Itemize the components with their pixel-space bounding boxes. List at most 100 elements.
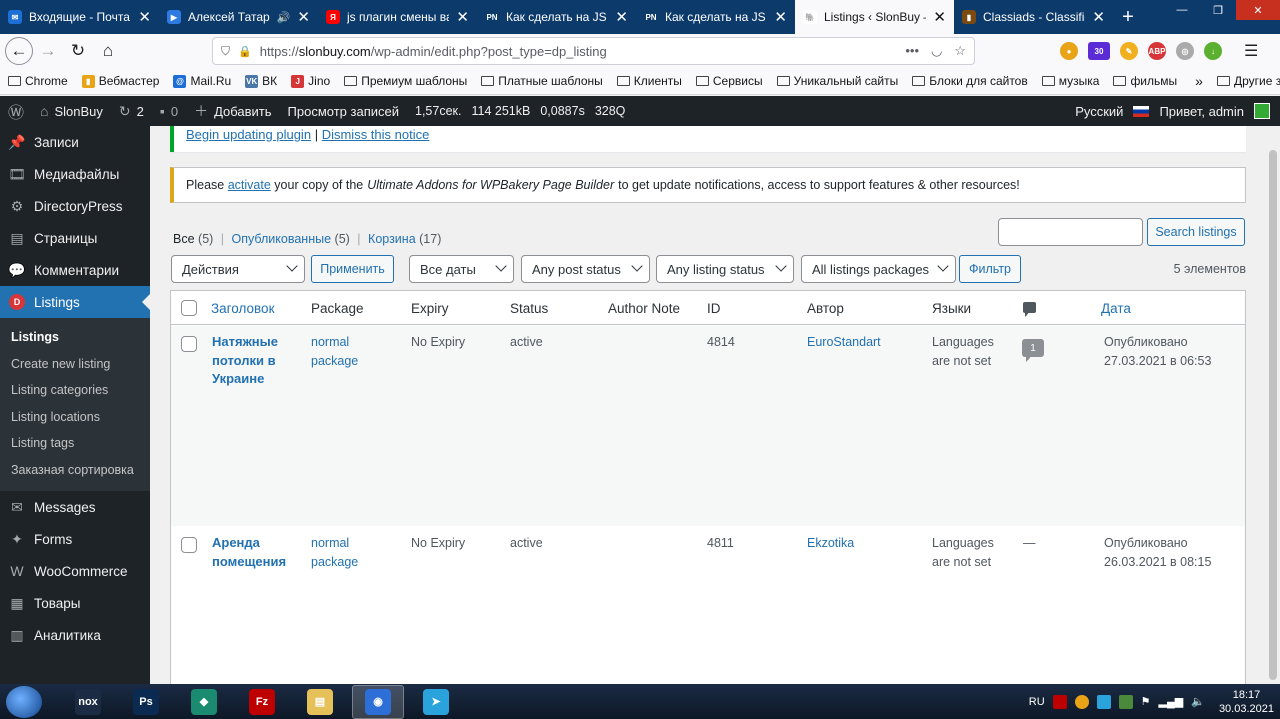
search-input[interactable] — [998, 218, 1143, 246]
browser-tab[interactable]: ▶ Алексей Татаринов 🔊 ✕ — [159, 0, 318, 34]
tab-close-icon[interactable]: ✕ — [1092, 8, 1105, 26]
bookmark-item[interactable]: Chrome — [8, 74, 68, 88]
view-published[interactable]: Опубликованные — [232, 232, 332, 246]
action-center-icon[interactable]: ⚑ — [1141, 695, 1151, 708]
bookmark-item[interactable]: Сервисы — [695, 74, 763, 88]
other-bookmarks[interactable]: Другие закладки — [1216, 74, 1280, 88]
column-title[interactable]: Заголовок — [211, 301, 274, 316]
browser-tab[interactable]: ✉ Входящие - Почта Mail.ru ✕ — [0, 0, 159, 34]
sidebar-item[interactable]: ✉ Messages — [0, 491, 150, 523]
back-button[interactable]: ← — [5, 37, 33, 65]
dates-select[interactable]: Все даты — [409, 255, 514, 283]
sidebar-item[interactable]: ⚙ DirectoryPress — [0, 190, 150, 222]
scrollbar-thumb[interactable] — [1269, 150, 1277, 680]
menu-icon[interactable]: ☰ — [1244, 41, 1258, 61]
url-bar[interactable]: ⛉ 🔒 https://slonbuy.com/wp-admin/edit.ph… — [212, 37, 975, 65]
sidebar-item[interactable]: 📌 Записи — [0, 126, 150, 158]
start-button[interactable] — [6, 685, 42, 718]
extension-icon[interactable]: ✎ — [1120, 42, 1138, 60]
language-switcher[interactable]: Русский — [1075, 104, 1123, 119]
reload-button[interactable]: ↻ — [63, 36, 93, 66]
taskbar-app-filezilla[interactable]: Fz — [236, 685, 288, 719]
browser-tab[interactable]: PN Как сделать на JS конвертер ✕ — [636, 0, 795, 34]
filezilla-tray-icon[interactable] — [1052, 694, 1067, 709]
search-listings-button[interactable]: Search listings — [1147, 218, 1245, 246]
download-icon[interactable]: ↓ — [1204, 42, 1222, 60]
tray-icon[interactable] — [1118, 694, 1133, 709]
bookmark-item[interactable]: музыка — [1041, 74, 1099, 88]
volume-icon[interactable]: 🔈 — [1191, 695, 1205, 708]
submenu-item[interactable]: Create new listing — [0, 351, 150, 378]
tab-audio-icon[interactable]: 🔊 — [277, 11, 291, 24]
taskbar-app-explorer[interactable]: ▤ — [294, 685, 346, 719]
tab-close-icon[interactable]: ✕ — [933, 8, 946, 26]
begin-updating-link[interactable]: Begin updating plugin — [186, 127, 311, 142]
sidebar-item[interactable]: ▤ Страницы — [0, 222, 150, 254]
add-new-link[interactable]: ＋ Добавить — [186, 96, 279, 126]
view-trash[interactable]: Корзина — [368, 232, 416, 246]
post-status-select[interactable]: Any post status — [521, 255, 650, 283]
comments-link[interactable]: ▪ 0 — [152, 96, 186, 126]
bookmarks-overflow-icon[interactable]: » — [1195, 73, 1203, 89]
tab-close-icon[interactable]: ✕ — [456, 8, 469, 26]
bookmark-item[interactable]: ▮ Вебмастер — [81, 74, 159, 88]
comments-column-icon[interactable] — [1023, 302, 1036, 317]
page-scrollbar[interactable] — [1266, 126, 1280, 684]
sidebar-item[interactable]: ✦ Forms — [0, 523, 150, 555]
pocket-icon[interactable]: ◡ — [931, 43, 942, 59]
bookmark-item[interactable]: Уникальный сайты — [776, 74, 898, 88]
author-link[interactable]: Ekzotika — [807, 534, 854, 553]
sidebar-item[interactable]: 🎞 Медиафайлы — [0, 158, 150, 190]
comment-count-bubble-icon[interactable]: 1 — [1022, 339, 1044, 362]
bookmark-star-icon[interactable]: ☆ — [954, 43, 966, 59]
updates-link[interactable]: ↻ 2 — [111, 96, 152, 126]
globe-icon[interactable]: ◎ — [1176, 42, 1194, 60]
browser-tab[interactable]: 🐘 Listings ‹ SlonBuy — WordPress ✕ — [795, 0, 954, 34]
taskbar-app-nox[interactable]: nox — [62, 685, 114, 719]
select-all-checkbox[interactable] — [181, 300, 197, 316]
listing-title-link[interactable]: Натяжные потолки в Украине — [212, 333, 292, 389]
packages-select[interactable]: All listings packages — [801, 255, 956, 283]
submenu-item[interactable]: Заказная сортировка — [0, 457, 150, 484]
bookmark-item[interactable]: VK ВК — [245, 74, 277, 88]
bulk-actions-select[interactable]: Действия — [171, 255, 305, 283]
sidebar-item[interactable]: D Listings — [0, 286, 150, 318]
adblock-icon[interactable]: ABP — [1148, 42, 1166, 60]
new-tab-button[interactable]: + — [1113, 0, 1143, 34]
listing-title-link[interactable]: Аренда помещения — [212, 534, 292, 571]
extension-badge-icon[interactable]: 30 — [1088, 42, 1110, 60]
tab-close-icon[interactable]: ✕ — [297, 8, 310, 26]
tray-icon[interactable] — [1074, 694, 1089, 709]
clock[interactable]: 18:17 30.03.2021 — [1219, 688, 1274, 716]
view-posts-link[interactable]: Просмотр записей — [280, 96, 407, 126]
maximize-button[interactable]: ❐ — [1200, 0, 1236, 20]
network-icon[interactable]: ▂▄▆ — [1159, 695, 1184, 708]
bookmark-item[interactable]: фильмы — [1113, 74, 1177, 88]
sidebar-item[interactable]: ▦ Товары — [0, 587, 150, 619]
bookmark-item[interactable]: @ Mail.Ru — [173, 74, 231, 88]
home-button[interactable]: ⌂ — [93, 36, 123, 66]
activate-link[interactable]: activate — [228, 178, 271, 192]
wp-logo-icon[interactable]: Ⓦ — [0, 96, 32, 126]
browser-tab[interactable]: ▮ Classiads - Classified Ads ✕ — [954, 0, 1113, 34]
extension-icon[interactable]: ● — [1060, 42, 1078, 60]
bookmark-item[interactable]: Платные шаблоны — [481, 74, 603, 88]
taskbar-app-photoshop[interactable]: Ps — [120, 685, 172, 719]
tab-close-icon[interactable]: ✕ — [138, 8, 151, 26]
column-date[interactable]: Дата — [1101, 301, 1131, 316]
submenu-item[interactable]: Listings — [0, 324, 150, 351]
minimize-button[interactable]: — — [1164, 0, 1200, 20]
package-link[interactable]: normal package — [311, 534, 371, 571]
listing-status-select[interactable]: Any listing status — [656, 255, 794, 283]
page-actions-icon[interactable]: ••• — [905, 43, 919, 59]
row-checkbox[interactable] — [181, 336, 197, 352]
submenu-item[interactable]: Listing tags — [0, 430, 150, 457]
dismiss-notice-link[interactable]: Dismiss this notice — [322, 127, 430, 142]
bookmark-item[interactable]: J Jino — [291, 74, 330, 88]
forward-button[interactable]: → — [33, 36, 63, 66]
package-link[interactable]: normal package — [311, 333, 371, 370]
sidebar-item[interactable]: 💬 Комментарии — [0, 254, 150, 286]
tab-close-icon[interactable]: ✕ — [615, 8, 628, 26]
close-window-button[interactable]: ✕ — [1236, 0, 1280, 20]
author-link[interactable]: EuroStandart — [807, 333, 881, 352]
